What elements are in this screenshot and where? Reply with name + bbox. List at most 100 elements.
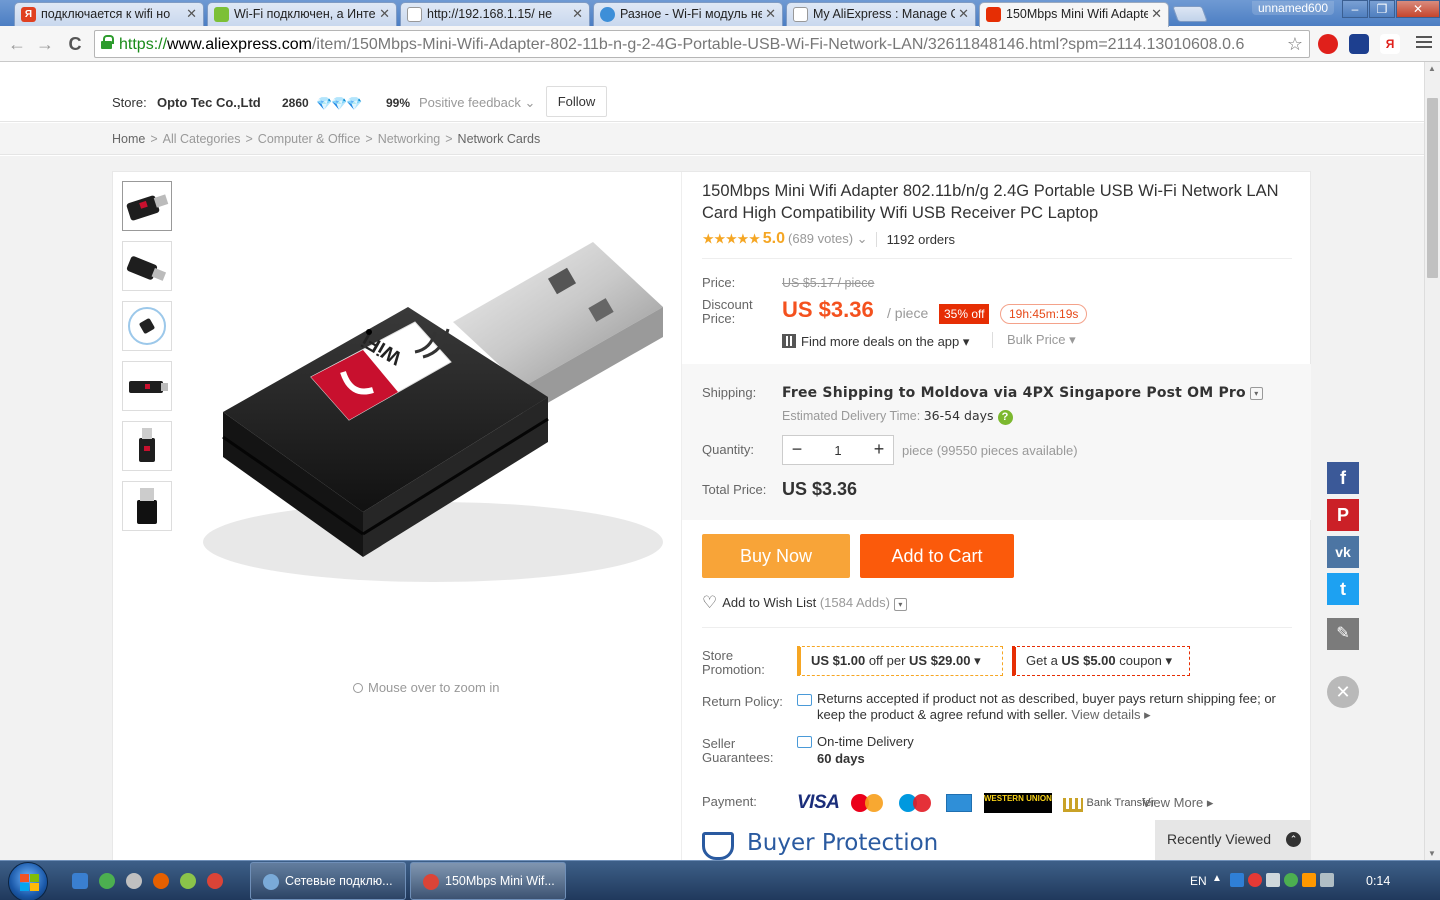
tray-expand-icon[interactable]: ▲ xyxy=(1212,873,1222,884)
buyer-protection-title: Buyer Protection xyxy=(747,830,939,856)
explorer-launch-icon[interactable] xyxy=(72,873,88,889)
chrome-launch-icon[interactable] xyxy=(207,873,223,889)
lock-icon[interactable] xyxy=(101,35,114,50)
close-tab-icon[interactable]: ✕ xyxy=(1151,6,1162,22)
heart-icon: ♡ xyxy=(702,593,718,612)
return-policy-text: Returns accepted if product not as descr… xyxy=(817,691,1287,723)
scroll-thumb[interactable] xyxy=(1427,98,1438,278)
product-main-image[interactable]: WiFi xyxy=(193,212,681,612)
breadcrumb-network-cards[interactable]: Network Cards xyxy=(458,132,541,146)
forward-button[interactable]: → xyxy=(34,33,56,55)
add-to-wishlist[interactable]: ♡ Add to Wish List (1584 Adds) ▾ xyxy=(702,593,907,613)
store-coupon[interactable]: Get a US $5.00 coupon ▾ xyxy=(1012,646,1190,676)
return-policy-icon xyxy=(797,694,812,706)
browser-tab-active[interactable]: 150Mbps Mini Wifi Adapte ✕ xyxy=(979,2,1169,27)
reload-button[interactable]: C xyxy=(64,33,86,55)
breadcrumb-home[interactable]: Home xyxy=(112,132,145,146)
profile-name[interactable]: unnamed600 xyxy=(1252,1,1335,15)
taskbar-window-chrome[interactable]: 150Mbps Mini Wif... xyxy=(410,862,566,900)
thumbnail-6[interactable] xyxy=(122,481,172,531)
store-promotion-label: Store Promotion: xyxy=(702,648,765,677)
language-indicator[interactable]: EN xyxy=(1190,874,1207,888)
close-tab-icon[interactable]: ✕ xyxy=(186,6,197,22)
utorrent-launch-icon[interactable] xyxy=(99,873,115,889)
tray-app-icon[interactable] xyxy=(1320,873,1334,887)
close-tab-icon[interactable]: ✕ xyxy=(379,6,390,22)
add-to-cart-button[interactable]: Add to Cart xyxy=(860,534,1014,578)
app-launch-icon[interactable] xyxy=(126,873,142,889)
thumbnail-1[interactable] xyxy=(122,181,172,231)
taskbar-window-network[interactable]: Сетевые подклю... xyxy=(250,862,406,900)
buy-now-button[interactable]: Buy Now xyxy=(702,534,850,578)
vk-extension-icon[interactable] xyxy=(1349,34,1369,54)
quantity-plus-button[interactable]: + xyxy=(865,436,893,464)
volume-icon[interactable] xyxy=(1266,873,1280,887)
bookmark-star-icon[interactable]: ☆ xyxy=(1287,34,1303,55)
quantity-label: Quantity: xyxy=(702,442,755,457)
browser-tab[interactable]: Разное - Wi-Fi модуль не ✕ xyxy=(593,2,783,26)
thumbnail-2[interactable] xyxy=(122,241,172,291)
feedback-dropdown[interactable]: Positive feedback ⌄ xyxy=(419,95,535,111)
shipping-dropdown-icon[interactable]: ▾ xyxy=(1249,386,1263,400)
browser-tab[interactable]: Wi-Fi подключен, а Инте ✕ xyxy=(207,2,397,26)
browser-tab[interactable]: Я подключается к wifi но ✕ xyxy=(14,2,204,26)
restore-button[interactable]: ❐ xyxy=(1369,0,1395,18)
feedback-edit-icon[interactable]: ✎ xyxy=(1327,618,1359,650)
close-tab-icon[interactable]: ✕ xyxy=(958,6,969,22)
pinterest-icon[interactable]: P xyxy=(1327,499,1359,531)
breadcrumb-computer-office[interactable]: Computer & Office xyxy=(258,132,361,146)
thumbnail-3[interactable] xyxy=(122,301,172,351)
adblock-extension-icon[interactable] xyxy=(1318,34,1338,54)
wishlist-dropdown-icon[interactable]: ▾ xyxy=(893,598,907,611)
twitter-icon[interactable]: t xyxy=(1327,573,1359,605)
yandex-extension-icon[interactable]: Я xyxy=(1380,34,1400,54)
tray-app-icon[interactable] xyxy=(1302,873,1316,887)
close-share-icon[interactable]: ✕ xyxy=(1327,676,1359,708)
start-button[interactable] xyxy=(8,862,48,900)
vk-icon[interactable]: vk xyxy=(1327,536,1359,568)
page-scrollbar[interactable]: ▲ ▼ xyxy=(1424,62,1440,860)
browser-tab[interactable]: http://192.168.1.15/ не ✕ xyxy=(400,2,590,26)
antivirus-icon[interactable] xyxy=(1248,873,1262,887)
new-tab-button[interactable] xyxy=(1172,6,1208,22)
shipping-method[interactable]: Free Shipping to Moldova via 4PX Singapo… xyxy=(782,385,1263,401)
quantity-minus-button[interactable]: − xyxy=(783,436,811,464)
thumbnail-4[interactable] xyxy=(122,361,172,411)
view-more-payments-link[interactable]: View More ▸ xyxy=(1142,795,1213,810)
system-clock[interactable]: 0:14 xyxy=(1366,874,1390,888)
firefox-launch-icon[interactable] xyxy=(153,873,169,889)
address-bar[interactable]: https://www.aliexpress.com/item/150Mbps-… xyxy=(94,30,1310,58)
facebook-icon[interactable]: f xyxy=(1327,462,1359,494)
browser-tab[interactable]: My AliExpress : Manage O ✕ xyxy=(786,2,976,26)
breadcrumb-networking[interactable]: Networking xyxy=(378,132,441,146)
minimize-button[interactable]: – xyxy=(1342,0,1368,18)
quantity-input[interactable] xyxy=(811,436,865,464)
payment-methods: VISA WESTERN UNION Bank Transfer View Mo… xyxy=(797,792,1213,814)
thumbnail-5[interactable] xyxy=(122,421,172,471)
browser-toolbar: ← → C https://www.aliexpress.com/item/15… xyxy=(0,26,1440,62)
close-tab-icon[interactable]: ✕ xyxy=(765,6,776,22)
app-deals-dropdown[interactable]: Find more deals on the app ▾ xyxy=(782,332,969,350)
on-time-delivery[interactable]: On-time Delivery xyxy=(817,734,914,749)
follow-button[interactable]: Follow xyxy=(546,86,607,117)
store-name-link[interactable]: Opto Tec Co.,Ltd xyxy=(157,95,261,110)
close-tab-icon[interactable]: ✕ xyxy=(572,6,583,22)
network-tray-icon[interactable] xyxy=(1284,873,1298,887)
view-details-link[interactable]: View details ▸ xyxy=(1071,707,1150,722)
url-text[interactable]: https://www.aliexpress.com/item/150Mbps-… xyxy=(119,36,1244,54)
tray-app-icon[interactable] xyxy=(1230,873,1244,887)
bulk-price-dropdown[interactable]: Bulk Price ▾ xyxy=(992,332,1076,348)
back-button[interactable]: ← xyxy=(6,33,28,55)
close-window-button[interactable]: ✕ xyxy=(1396,0,1440,18)
chrome-menu-icon[interactable] xyxy=(1416,36,1432,50)
aliexpress-favicon-icon xyxy=(986,7,1001,22)
help-icon[interactable]: ? xyxy=(997,410,1013,425)
scroll-down-arrow-icon[interactable]: ▼ xyxy=(1428,849,1436,858)
app-launch-icon[interactable] xyxy=(180,873,196,889)
votes-dropdown[interactable]: (689 votes) ⌄ xyxy=(788,231,868,246)
coupon-text: Get a xyxy=(1026,653,1062,668)
scroll-up-arrow-icon[interactable]: ▲ xyxy=(1428,64,1436,73)
store-promotion-1[interactable]: US $1.00 off per US $29.00 ▾ xyxy=(797,646,1003,676)
breadcrumb-all-categories[interactable]: All Categories xyxy=(163,132,241,146)
recently-viewed-button[interactable]: Recently Viewed ⌃ xyxy=(1155,820,1311,860)
